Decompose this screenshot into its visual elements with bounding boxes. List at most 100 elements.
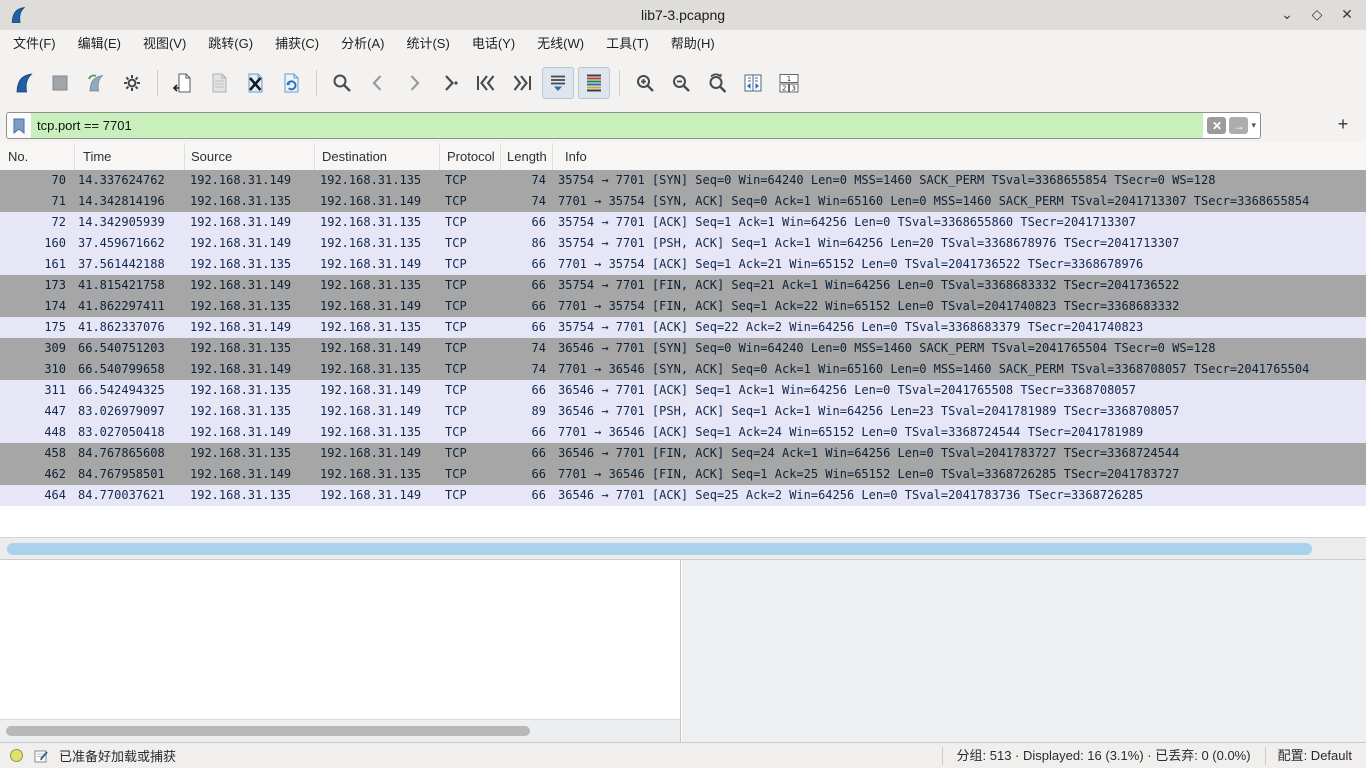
menu-edit[interactable]: 编辑(E) xyxy=(67,30,132,58)
menu-telephony[interactable]: 电话(Y) xyxy=(461,30,526,58)
packet-row-311[interactable]: 31166.542494325192.168.31.135192.168.31.… xyxy=(0,380,1366,401)
close-button[interactable]: ✕ xyxy=(1332,0,1362,30)
cell-protocol: TCP xyxy=(439,212,500,233)
filter-bookmark-button[interactable] xyxy=(7,113,31,138)
resize-columns-123-button[interactable]: 123 xyxy=(773,67,805,99)
reload-file-button[interactable] xyxy=(275,67,307,99)
cell-time: 37.459671662 xyxy=(74,233,184,254)
packet-row-448[interactable]: 44883.027050418192.168.31.149192.168.31.… xyxy=(0,422,1366,443)
maximize-button[interactable]: ◇ xyxy=(1302,0,1332,30)
packet-row-464[interactable]: 46484.770037621192.168.31.135192.168.31.… xyxy=(0,485,1366,506)
menu-file[interactable]: 文件(F) xyxy=(2,30,67,58)
column-header-destination[interactable]: Destination xyxy=(315,143,440,170)
details-hscrollbar-track[interactable] xyxy=(0,719,680,742)
packet-row-447[interactable]: 44783.026979097192.168.31.135192.168.31.… xyxy=(0,401,1366,422)
go-last-packet-button[interactable] xyxy=(506,67,538,99)
menu-go[interactable]: 跳转(G) xyxy=(197,30,264,58)
menu-analyze[interactable]: 分析(A) xyxy=(330,30,395,58)
save-file-button[interactable] xyxy=(203,67,235,99)
zoom-out-button[interactable] xyxy=(665,67,697,99)
go-first-packet-button[interactable] xyxy=(470,67,502,99)
column-header-protocol[interactable]: Protocol xyxy=(440,143,501,170)
capture-options-button[interactable] xyxy=(116,67,148,99)
start-capture-button[interactable] xyxy=(8,67,40,99)
colorize-toggle[interactable] xyxy=(578,67,610,99)
auto-scroll-icon xyxy=(546,71,570,95)
cell-info: 36546 → 7701 [ACK] Seq=25 Ack=2 Win=6425… xyxy=(552,485,1366,506)
menu-help[interactable]: 帮助(H) xyxy=(660,30,726,58)
packet-list-hscrollbar-track[interactable] xyxy=(0,537,1366,560)
cell-info: 7701 → 36546 [SYN, ACK] Seq=0 Ack=1 Win=… xyxy=(552,359,1366,380)
close-file-button[interactable] xyxy=(239,67,271,99)
cell-protocol: TCP xyxy=(439,443,500,464)
capture-comment-icon[interactable] xyxy=(33,748,49,764)
packet-row-173[interactable]: 17341.815421758192.168.31.149192.168.31.… xyxy=(0,275,1366,296)
go-forward-button[interactable] xyxy=(398,67,430,99)
menu-tools[interactable]: 工具(T) xyxy=(595,30,660,58)
save-file-icon xyxy=(207,71,231,95)
column-header-length[interactable]: Length xyxy=(501,143,553,170)
packet-row-161[interactable]: 16137.561442188192.168.31.135192.168.31.… xyxy=(0,254,1366,275)
packet-row-72[interactable]: 7214.342905939192.168.31.149192.168.31.1… xyxy=(0,212,1366,233)
cell-time: 14.342905939 xyxy=(74,212,184,233)
stop-capture-button[interactable] xyxy=(44,67,76,99)
cell-info: 36546 → 7701 [FIN, ACK] Seq=24 Ack=1 Win… xyxy=(552,443,1366,464)
filter-clear-button[interactable]: ✕ xyxy=(1207,117,1226,134)
packet-row-70[interactable]: 7014.337624762192.168.31.149192.168.31.1… xyxy=(0,170,1366,191)
filter-apply-button[interactable]: → xyxy=(1229,117,1248,134)
minimize-button[interactable]: ⌄ xyxy=(1272,0,1302,30)
open-file-button[interactable] xyxy=(167,67,199,99)
menu-wireless[interactable]: 无线(W) xyxy=(526,30,595,58)
menu-bar: 文件(F) 编辑(E) 视图(V) 跳转(G) 捕获(C) 分析(A) 统计(S… xyxy=(0,30,1366,58)
cell-info: 36546 → 7701 [ACK] Seq=1 Ack=1 Win=64256… xyxy=(552,380,1366,401)
cell-destination: 192.168.31.135 xyxy=(314,359,439,380)
cell-protocol: TCP xyxy=(439,254,500,275)
restart-capture-button[interactable] xyxy=(80,67,112,99)
cell-no: 70 xyxy=(0,170,74,191)
packet-row-462[interactable]: 46284.767958501192.168.31.149192.168.31.… xyxy=(0,464,1366,485)
packet-row-310[interactable]: 31066.540799658192.168.31.149192.168.31.… xyxy=(0,359,1366,380)
column-header-info[interactable]: Info xyxy=(553,143,1366,170)
packet-row-160[interactable]: 16037.459671662192.168.31.149192.168.31.… xyxy=(0,233,1366,254)
cell-info: 35754 → 7701 [ACK] Seq=22 Ack=2 Win=6425… xyxy=(552,317,1366,338)
double-chevron-first-icon xyxy=(473,71,499,95)
menu-capture[interactable]: 捕获(C) xyxy=(264,30,330,58)
expert-info-icon[interactable] xyxy=(10,749,23,762)
add-filter-button[interactable]: + xyxy=(1332,112,1354,137)
window-title: lib7-3.pcapng xyxy=(0,7,1366,23)
gear-icon xyxy=(120,71,144,95)
cell-source: 192.168.31.135 xyxy=(184,191,314,212)
packet-list-hscrollbar-thumb[interactable] xyxy=(7,543,1312,555)
cell-destination: 192.168.31.149 xyxy=(314,485,439,506)
cell-protocol: TCP xyxy=(439,338,500,359)
column-header-source[interactable]: Source xyxy=(185,143,315,170)
column-header-time[interactable]: Time xyxy=(75,143,185,170)
display-filter-input[interactable]: tcp.port == 7701 xyxy=(31,113,1203,138)
zoom-in-button[interactable] xyxy=(629,67,661,99)
zoom-reset-button[interactable] xyxy=(701,67,733,99)
go-back-button[interactable] xyxy=(362,67,394,99)
resize-columns-button[interactable] xyxy=(737,67,769,99)
cell-source: 192.168.31.149 xyxy=(184,359,314,380)
cell-no: 458 xyxy=(0,443,74,464)
auto-scroll-toggle[interactable] xyxy=(542,67,574,99)
menu-statistics[interactable]: 统计(S) xyxy=(395,30,460,58)
cell-protocol: TCP xyxy=(439,464,500,485)
cell-destination: 192.168.31.149 xyxy=(314,443,439,464)
packet-details-pane[interactable] xyxy=(0,560,681,742)
cell-no: 175 xyxy=(0,317,74,338)
find-packet-button[interactable] xyxy=(326,67,358,99)
details-hscrollbar-thumb[interactable] xyxy=(6,726,530,736)
display-filter-field[interactable]: tcp.port == 7701 ✕ → ▾ xyxy=(6,112,1261,139)
menu-view[interactable]: 视图(V) xyxy=(132,30,197,58)
go-to-packet-button[interactable] xyxy=(434,67,466,99)
packet-row-174[interactable]: 17441.862297411192.168.31.135192.168.31.… xyxy=(0,296,1366,317)
packet-row-175[interactable]: 17541.862337076192.168.31.149192.168.31.… xyxy=(0,317,1366,338)
packet-bytes-pane[interactable] xyxy=(682,560,1366,742)
filter-history-dropdown[interactable]: ▾ xyxy=(1251,120,1256,131)
packet-row-309[interactable]: 30966.540751203192.168.31.135192.168.31.… xyxy=(0,338,1366,359)
packet-row-71[interactable]: 7114.342814196192.168.31.135192.168.31.1… xyxy=(0,191,1366,212)
packet-row-458[interactable]: 45884.767865608192.168.31.135192.168.31.… xyxy=(0,443,1366,464)
profile-text[interactable]: 配置: Default xyxy=(1265,747,1366,765)
column-header-no[interactable]: No. xyxy=(0,143,75,170)
